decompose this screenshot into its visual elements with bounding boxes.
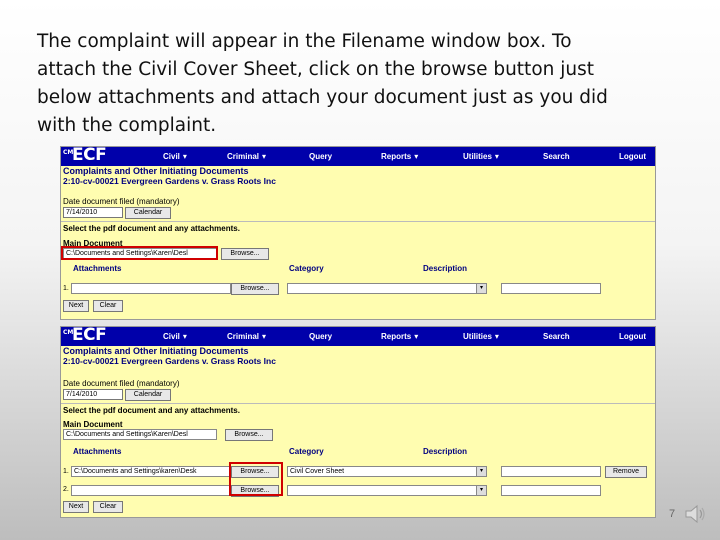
chevron-down-icon: ▾ <box>494 152 499 161</box>
category-header: Category <box>289 447 324 456</box>
menu-logout[interactable]: Logout <box>619 152 646 161</box>
ecf-menubar: CM ECF Civil ▾ Criminal ▾ Query Reports ▾ U… <box>61 147 655 166</box>
remove-button[interactable]: Remove <box>605 466 647 478</box>
instruction-line-2: attach the Civil Cover Sheet, click on t… <box>37 59 594 80</box>
chevron-down-icon: ▾ <box>414 332 419 341</box>
chevron-down-icon: ▾ <box>182 332 187 341</box>
dropdown-arrow-icon: ▾ <box>476 486 486 495</box>
date-label: Date document filed (mandatory) <box>63 197 180 206</box>
attachment-1-category-select[interactable]: Civil Cover Sheet ▾ <box>287 466 487 477</box>
divider <box>61 221 655 222</box>
menu-civil[interactable]: Civil ▾ <box>163 332 187 341</box>
ecf-screenshot-before: CM ECF Civil ▾ Criminal ▾ Query Reports ▾ U… <box>60 146 656 320</box>
case-title: 2:10-cv-00021 Evergreen Gardens v. Grass… <box>63 176 276 186</box>
main-document-label: Main Document <box>63 420 123 429</box>
attachments-header: Attachments <box>73 447 122 456</box>
divider <box>61 403 655 404</box>
ecf-menubar: CM ECF Civil ▾ Criminal ▾ Query Reports ▾ U… <box>61 327 655 346</box>
menu-reports[interactable]: Reports ▾ <box>381 152 418 161</box>
attachment-2-number: 2. <box>63 486 69 493</box>
cmecf-logo: CM ECF <box>61 147 119 166</box>
speaker-icon[interactable] <box>684 503 708 525</box>
menu-query[interactable]: Query <box>309 152 332 161</box>
logo-text: ECF <box>72 146 107 165</box>
logo-prefix: CM <box>63 149 74 156</box>
menu-query[interactable]: Query <box>309 332 332 341</box>
page-number: 7 <box>669 508 676 520</box>
chevron-down-icon: ▾ <box>182 152 187 161</box>
attachment-1-filename-field[interactable]: C:\Documents and Settings\karen\Desk <box>71 466 231 477</box>
slide-instructions: The complaint will appear in the Filenam… <box>37 28 637 140</box>
logo-text: ECF <box>72 326 107 345</box>
attachment-1-browse-button[interactable]: Browse... <box>231 283 279 295</box>
date-filed-input[interactable]: 7/14/2010 <box>63 389 123 400</box>
menu-criminal[interactable]: Criminal ▾ <box>227 332 266 341</box>
cmecf-logo: CM ECF <box>61 327 119 346</box>
calendar-button[interactable]: Calendar <box>125 389 171 401</box>
attachment-2-filename-field[interactable] <box>71 485 231 496</box>
date-label: Date document filed (mandatory) <box>63 379 180 388</box>
menu-search[interactable]: Search <box>543 332 570 341</box>
attachment-2-description-field[interactable] <box>501 485 601 496</box>
case-title: 2:10-cv-00021 Evergreen Gardens v. Grass… <box>63 356 276 366</box>
logo-prefix: CM <box>63 329 74 336</box>
menu-utilities[interactable]: Utilities ▾ <box>463 332 499 341</box>
attachment-1-description-field[interactable] <box>501 283 601 294</box>
page-heading: Complaints and Other Initiating Document… <box>63 346 249 356</box>
chevron-down-icon: ▾ <box>414 152 419 161</box>
attachment-1-category-select[interactable]: ▾ <box>287 283 487 294</box>
filename-highlight <box>61 246 218 260</box>
clear-button[interactable]: Clear <box>93 501 123 513</box>
main-document-browse-button[interactable]: Browse... <box>221 248 269 260</box>
next-button[interactable]: Next <box>63 300 89 312</box>
browse-highlight <box>229 462 283 496</box>
dropdown-arrow-icon: ▾ <box>476 284 486 293</box>
dropdown-arrow-icon: ▾ <box>476 467 486 476</box>
ecf-screenshot-after: CM ECF Civil ▾ Criminal ▾ Query Reports ▾ U… <box>60 326 656 518</box>
next-button[interactable]: Next <box>63 501 89 513</box>
main-document-filename-field[interactable]: C:\Documents and Settings\Karen\Desl <box>63 429 217 440</box>
attachment-2-category-select[interactable]: ▾ <box>287 485 487 496</box>
menu-reports[interactable]: Reports ▾ <box>381 332 418 341</box>
attachment-1-description-field[interactable] <box>501 466 601 477</box>
menu-civil[interactable]: Civil ▾ <box>163 152 187 161</box>
calendar-button[interactable]: Calendar <box>125 207 171 219</box>
select-pdf-label: Select the pdf document and any attachme… <box>63 406 240 415</box>
menu-utilities[interactable]: Utilities ▾ <box>463 152 499 161</box>
page-heading: Complaints and Other Initiating Document… <box>63 166 249 176</box>
date-filed-input[interactable]: 7/14/2010 <box>63 207 123 218</box>
instruction-line-1: The complaint will appear in the Filenam… <box>37 31 572 52</box>
menu-logout[interactable]: Logout <box>619 332 646 341</box>
main-document-browse-button[interactable]: Browse... <box>225 429 273 441</box>
clear-button[interactable]: Clear <box>93 300 123 312</box>
menu-criminal[interactable]: Criminal ▾ <box>227 152 266 161</box>
chevron-down-icon: ▾ <box>494 332 499 341</box>
attachment-row-number: 1. <box>63 285 69 292</box>
chevron-down-icon: ▾ <box>262 152 267 161</box>
attachments-header: Attachments <box>73 264 122 273</box>
instruction-line-4: with the complaint. <box>37 115 217 136</box>
select-pdf-label: Select the pdf document and any attachme… <box>63 224 240 233</box>
category-header: Category <box>289 264 324 273</box>
chevron-down-icon: ▾ <box>262 332 267 341</box>
instruction-line-3: below attachments and attach your docume… <box>37 87 608 108</box>
menu-search[interactable]: Search <box>543 152 570 161</box>
category-value: Civil Cover Sheet <box>290 468 345 475</box>
description-header: Description <box>423 447 468 456</box>
attachment-1-number: 1. <box>63 468 69 475</box>
description-header: Description <box>423 264 468 273</box>
attachment-1-filename-field[interactable] <box>71 283 231 294</box>
